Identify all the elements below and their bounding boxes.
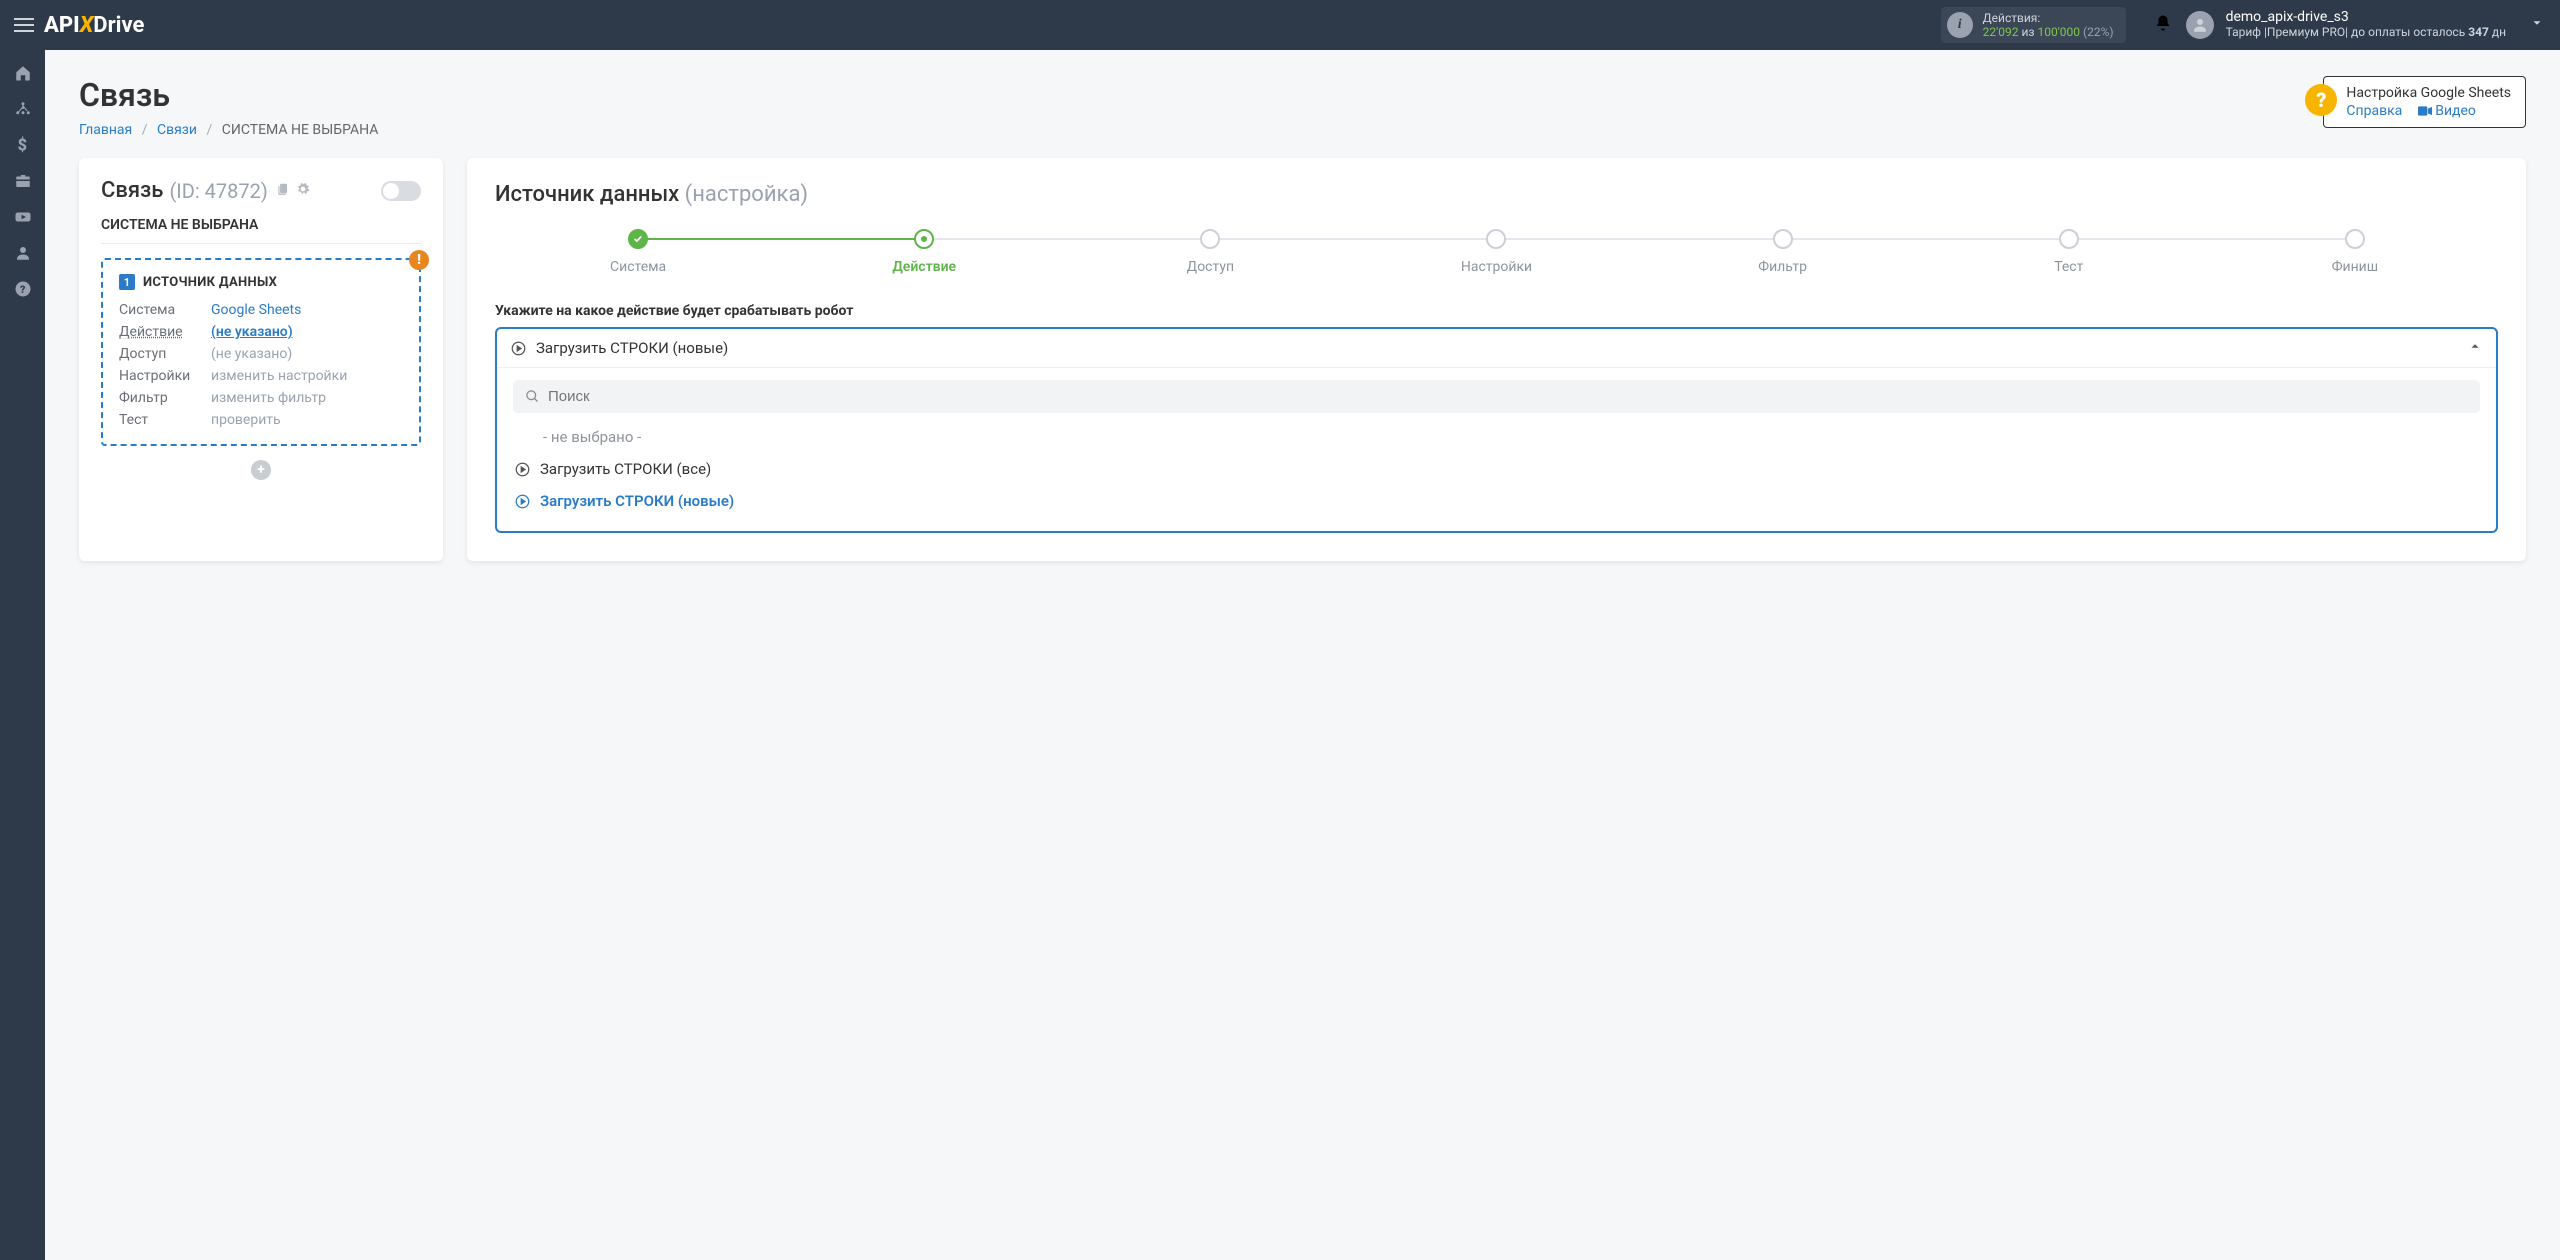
rail-home-icon[interactable] [14,64,32,82]
side-rail: $ ? [0,50,45,1260]
step-finish[interactable]: Финиш [2212,229,2498,275]
action-select: Загрузить СТРОКИ (новые) - не выбрано - … [495,327,2498,533]
search-input[interactable] [548,388,2468,405]
step-system[interactable]: Система [495,229,781,275]
step-bar: Система Действие Доступ Настройки Фильтр… [495,229,2498,275]
tariff-info: Тариф |Премиум PRO| до оплаты осталось 3… [2226,25,2506,40]
conn-id: (ID: 47872) [169,179,267,203]
rail-user-icon[interactable] [14,244,32,262]
svg-text:$: $ [17,136,26,154]
svg-text:?: ? [20,283,25,296]
option-all[interactable]: Загрузить СТРОКИ (все) [513,453,2480,485]
main-card: Источник данных (настройка) Система Дейс… [467,158,2526,561]
user-menu[interactable]: demo_apix-drive_s3 Тариф |Премиум PRO| д… [2186,10,2506,40]
play-icon [515,494,530,509]
step-action[interactable]: Действие [781,229,1067,275]
enable-toggle[interactable] [381,181,421,201]
page-title: Связь [79,76,2323,114]
rail-briefcase-icon[interactable] [14,172,32,190]
actions-label: Действия: [1983,11,2114,25]
main-title: Источник данных (настройка) [495,182,2498,207]
play-icon [511,341,526,356]
help-title: Настройка Google Sheets [2346,85,2511,101]
chevron-down-icon[interactable] [2524,16,2550,34]
help-video-link[interactable]: Видео [2418,103,2476,119]
conn-title: Связь [101,178,163,203]
src-test-link[interactable]: проверить [211,412,281,428]
crumb-links[interactable]: Связи [157,122,197,138]
crumb-home[interactable]: Главная [79,122,132,138]
logo[interactable]: APIXDrive [44,13,144,38]
warning-icon: ! [409,250,429,270]
notifications-icon[interactable] [2140,14,2186,36]
topbar: APIXDrive i Действия: 22'092 из 100'000 … [0,0,2560,50]
src-system-link[interactable]: Google Sheets [211,302,301,318]
play-icon [515,462,530,477]
src-access-link[interactable]: (не указано) [211,346,292,362]
step-filter[interactable]: Фильтр [1640,229,1926,275]
option-none[interactable]: - не выбрано - [513,421,2480,453]
chevron-up-icon [2468,339,2482,357]
action-prompt: Укажите на какое действие будет срабатыв… [495,303,2498,319]
username: demo_apix-drive_s3 [2226,10,2506,25]
hamburger-icon[interactable] [10,12,38,38]
conn-subtitle: СИСТЕМА НЕ ВЫБРАНА [101,217,421,244]
select-value: Загрузить СТРОКИ (новые) [536,339,728,357]
step-test[interactable]: Тест [1926,229,2212,275]
actions-values: 22'092 из 100'000 (22%) [1983,25,2114,39]
crumb-current: СИСТЕМА НЕ ВЫБРАНА [222,122,379,138]
source-box: ! 1 ИСТОЧНИК ДАННЫХ Система Google Sheet… [101,258,421,446]
breadcrumb: Главная / Связи / СИСТЕМА НЕ ВЫБРАНА [79,122,2323,138]
rail-billing-icon[interactable]: $ [17,136,29,154]
avatar-icon [2186,11,2214,39]
gear-icon[interactable] [296,182,310,200]
copy-icon[interactable] [276,182,290,200]
source-heading: 1 ИСТОЧНИК ДАННЫХ [119,274,403,290]
add-button[interactable]: + [251,460,271,480]
src-action-link[interactable]: (не указано) [211,324,293,340]
select-head[interactable]: Загрузить СТРОКИ (новые) [497,329,2496,367]
step-access[interactable]: Доступ [1067,229,1353,275]
info-icon: i [1947,12,1973,38]
connection-card: Связь (ID: 47872) СИСТЕМА НЕ ВЫБРАНА ! 1… [79,158,443,561]
src-settings-link[interactable]: изменить настройки [211,368,347,384]
step-settings[interactable]: Настройки [1353,229,1639,275]
rail-video-icon[interactable] [14,208,32,226]
option-new[interactable]: Загрузить СТРОКИ (новые) [513,485,2480,517]
help-ref-link[interactable]: Справка [2346,103,2402,119]
search-icon [525,389,540,404]
rail-help-icon[interactable]: ? [14,280,32,298]
rail-links-icon[interactable] [14,100,32,118]
select-search[interactable] [513,380,2480,413]
help-panel: ? Настройка Google Sheets Справка Видео [2323,76,2526,128]
actions-counter[interactable]: i Действия: 22'092 из 100'000 (22%) [1941,7,2126,43]
src-filter-link[interactable]: изменить фильтр [211,390,326,406]
